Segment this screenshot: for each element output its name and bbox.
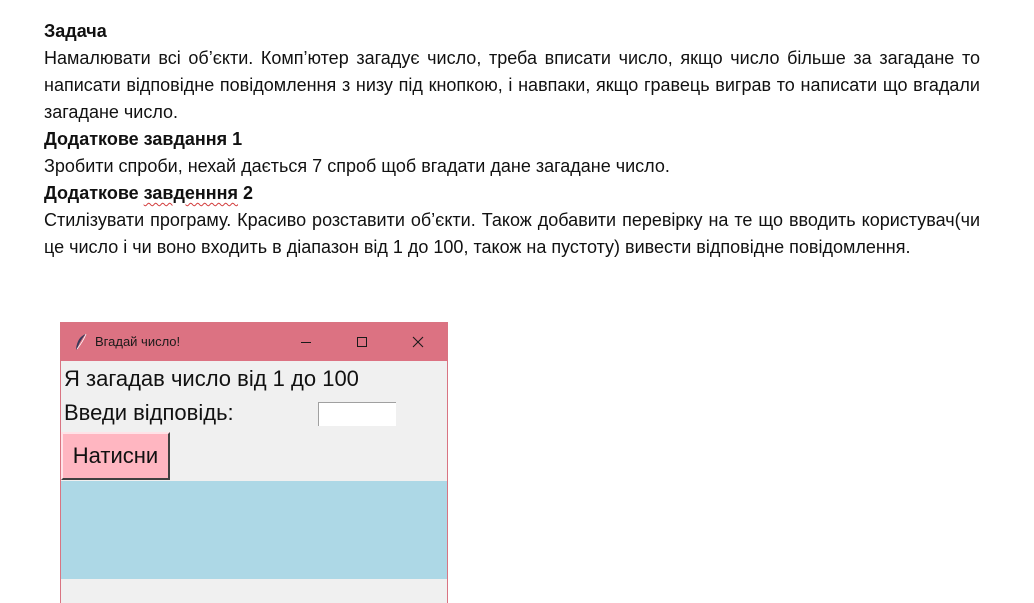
submit-button[interactable]: Натисни (61, 432, 170, 480)
maximize-icon (357, 337, 367, 347)
extra-task-2-heading-suffix: 2 (238, 183, 254, 203)
misspelled-word: завденння (143, 183, 239, 203)
prompt-label: Я загадав число від 1 до 100 (64, 366, 359, 391)
task-text: Намалювати всі об’єкти. Комп’ютер загаду… (44, 48, 980, 122)
minimize-button[interactable] (286, 328, 326, 356)
extra-task-1-text: Зробити спроби, нехай дається 7 спроб що… (44, 156, 670, 176)
close-icon (412, 336, 424, 348)
extra-task-2-heading: Додаткове завденння 2 (44, 180, 980, 207)
window-title: Вгадай число! (95, 334, 181, 349)
answer-label: Введи відповідь: (64, 400, 234, 425)
minimize-icon (301, 342, 311, 343)
window-titlebar[interactable]: Вгадай число! (61, 323, 447, 361)
extra-task-2-text: Стилізувати програму. Красиво розставити… (44, 210, 980, 257)
guess-number-window: Вгадай число! Я загадав число від 1 до 1… (60, 322, 448, 603)
extra-task-2-heading-prefix: Додаткове (44, 183, 144, 203)
close-button[interactable] (398, 328, 438, 356)
result-output (61, 481, 447, 579)
maximize-button[interactable] (342, 328, 382, 356)
task-document: Задача Намалювати всі об’єкти. Комп’ютер… (44, 18, 980, 261)
answer-input[interactable] (318, 402, 396, 426)
feather-icon (74, 333, 88, 351)
extra-task-1-heading: Додаткове завдання 1 (44, 129, 243, 149)
task-heading: Задача (44, 21, 107, 41)
